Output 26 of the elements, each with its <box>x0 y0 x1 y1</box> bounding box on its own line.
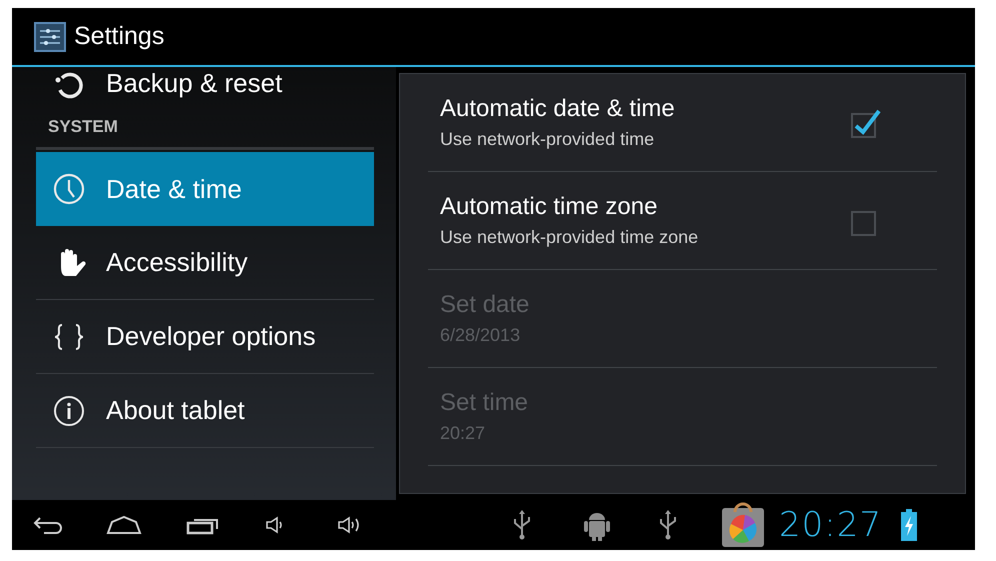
home-icon[interactable] <box>106 515 142 535</box>
setting-row[interactable]: Automatic date & time Use network-provided time <box>428 74 937 172</box>
sidebar-item[interactable]: About tablet <box>36 374 374 448</box>
setting-title: Automatic time zone <box>440 193 658 221</box>
shopping-bag-icon <box>721 502 765 548</box>
status-clock: 20:27 <box>779 505 882 545</box>
settings-sliders-icon[interactable] <box>34 22 66 52</box>
info-icon <box>52 394 86 428</box>
sidebar-item[interactable]: Date & time <box>36 152 374 226</box>
sidebar-item[interactable]: Backup & reset <box>36 67 374 103</box>
setting-summary: Use network-provided time <box>440 129 656 150</box>
setting-summary: 20:27 <box>440 423 486 444</box>
battery-charging-icon <box>900 508 918 542</box>
setting-title: Set time <box>440 389 530 417</box>
setting-row[interactable]: Automatic time zone Use network-provided time zone <box>428 172 937 270</box>
setting-summary: 6/28/2013 <box>440 325 522 346</box>
clock-icon <box>52 172 86 206</box>
window-title: Settings <box>74 22 164 51</box>
setting-title: Automatic date & time <box>440 95 676 123</box>
volume-down-icon[interactable] <box>265 515 285 535</box>
usb-icon <box>511 509 533 541</box>
sidebar-item[interactable]: Developer options <box>36 300 374 374</box>
usb-icon <box>657 509 679 541</box>
sidebar-item[interactable]: Accessibility <box>36 226 374 300</box>
setting-summary: Use network-provided time zone <box>440 227 700 248</box>
setting-title: Set date <box>440 291 530 319</box>
